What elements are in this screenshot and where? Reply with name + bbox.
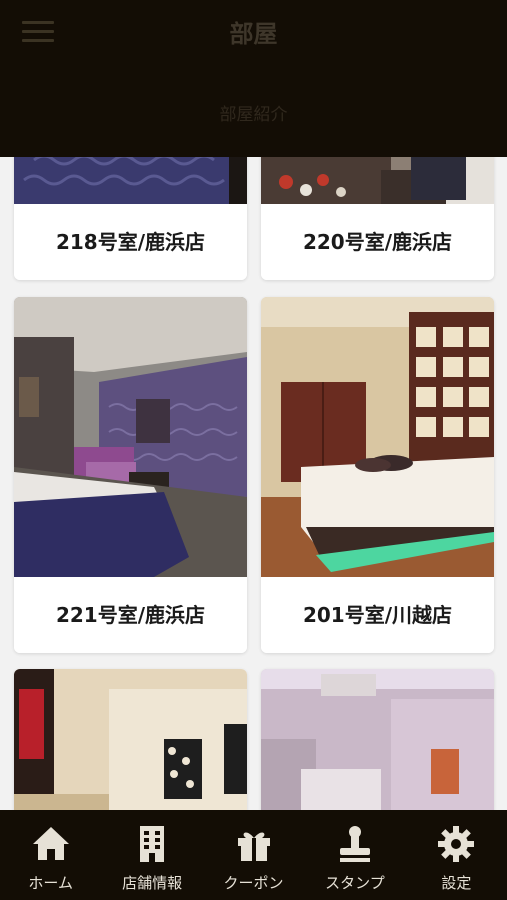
room-photo <box>261 297 494 577</box>
room-photo <box>261 669 494 810</box>
tab-coupon[interactable]: クーポン <box>203 810 304 900</box>
room-card[interactable] <box>261 669 494 810</box>
room-label: 218号室/鹿浜店 <box>14 204 247 280</box>
room-label: 220号室/鹿浜店 <box>261 204 494 280</box>
bottom-tab-bar: ホーム 店舗情報 クーポン スタンプ 設定 <box>0 810 507 900</box>
stamp-icon <box>339 826 370 862</box>
tab-label: 店舗情報 <box>122 874 183 892</box>
tab-home[interactable]: ホーム <box>0 810 101 900</box>
building-icon <box>140 826 165 862</box>
room-card-201[interactable]: 201号室/川越店 <box>261 297 494 653</box>
room-card[interactable] <box>14 669 247 810</box>
gear-icon <box>438 826 475 862</box>
tab-store-info[interactable]: 店舗情報 <box>101 810 202 900</box>
page-title: 部屋 <box>229 20 278 48</box>
room-label: 201号室/川越店 <box>261 577 494 653</box>
room-card-221[interactable]: 221号室/鹿浜店 <box>14 297 247 653</box>
tab-settings[interactable]: 設定 <box>406 810 507 900</box>
tab-label: 設定 <box>441 874 472 892</box>
tab-stamp[interactable]: スタンプ <box>304 810 405 900</box>
page-subtitle: 部屋紹介 <box>219 105 288 125</box>
room-label: 221号室/鹿浜店 <box>14 577 247 653</box>
tab-label: クーポン <box>223 874 284 892</box>
gift-icon <box>237 832 270 861</box>
room-photo <box>14 297 247 577</box>
tab-label: スタンプ <box>325 874 385 892</box>
home-icon <box>32 827 69 860</box>
tab-label: ホーム <box>28 874 73 892</box>
app-header: 部屋 部屋紹介 <box>0 0 507 157</box>
room-photo <box>14 669 247 810</box>
